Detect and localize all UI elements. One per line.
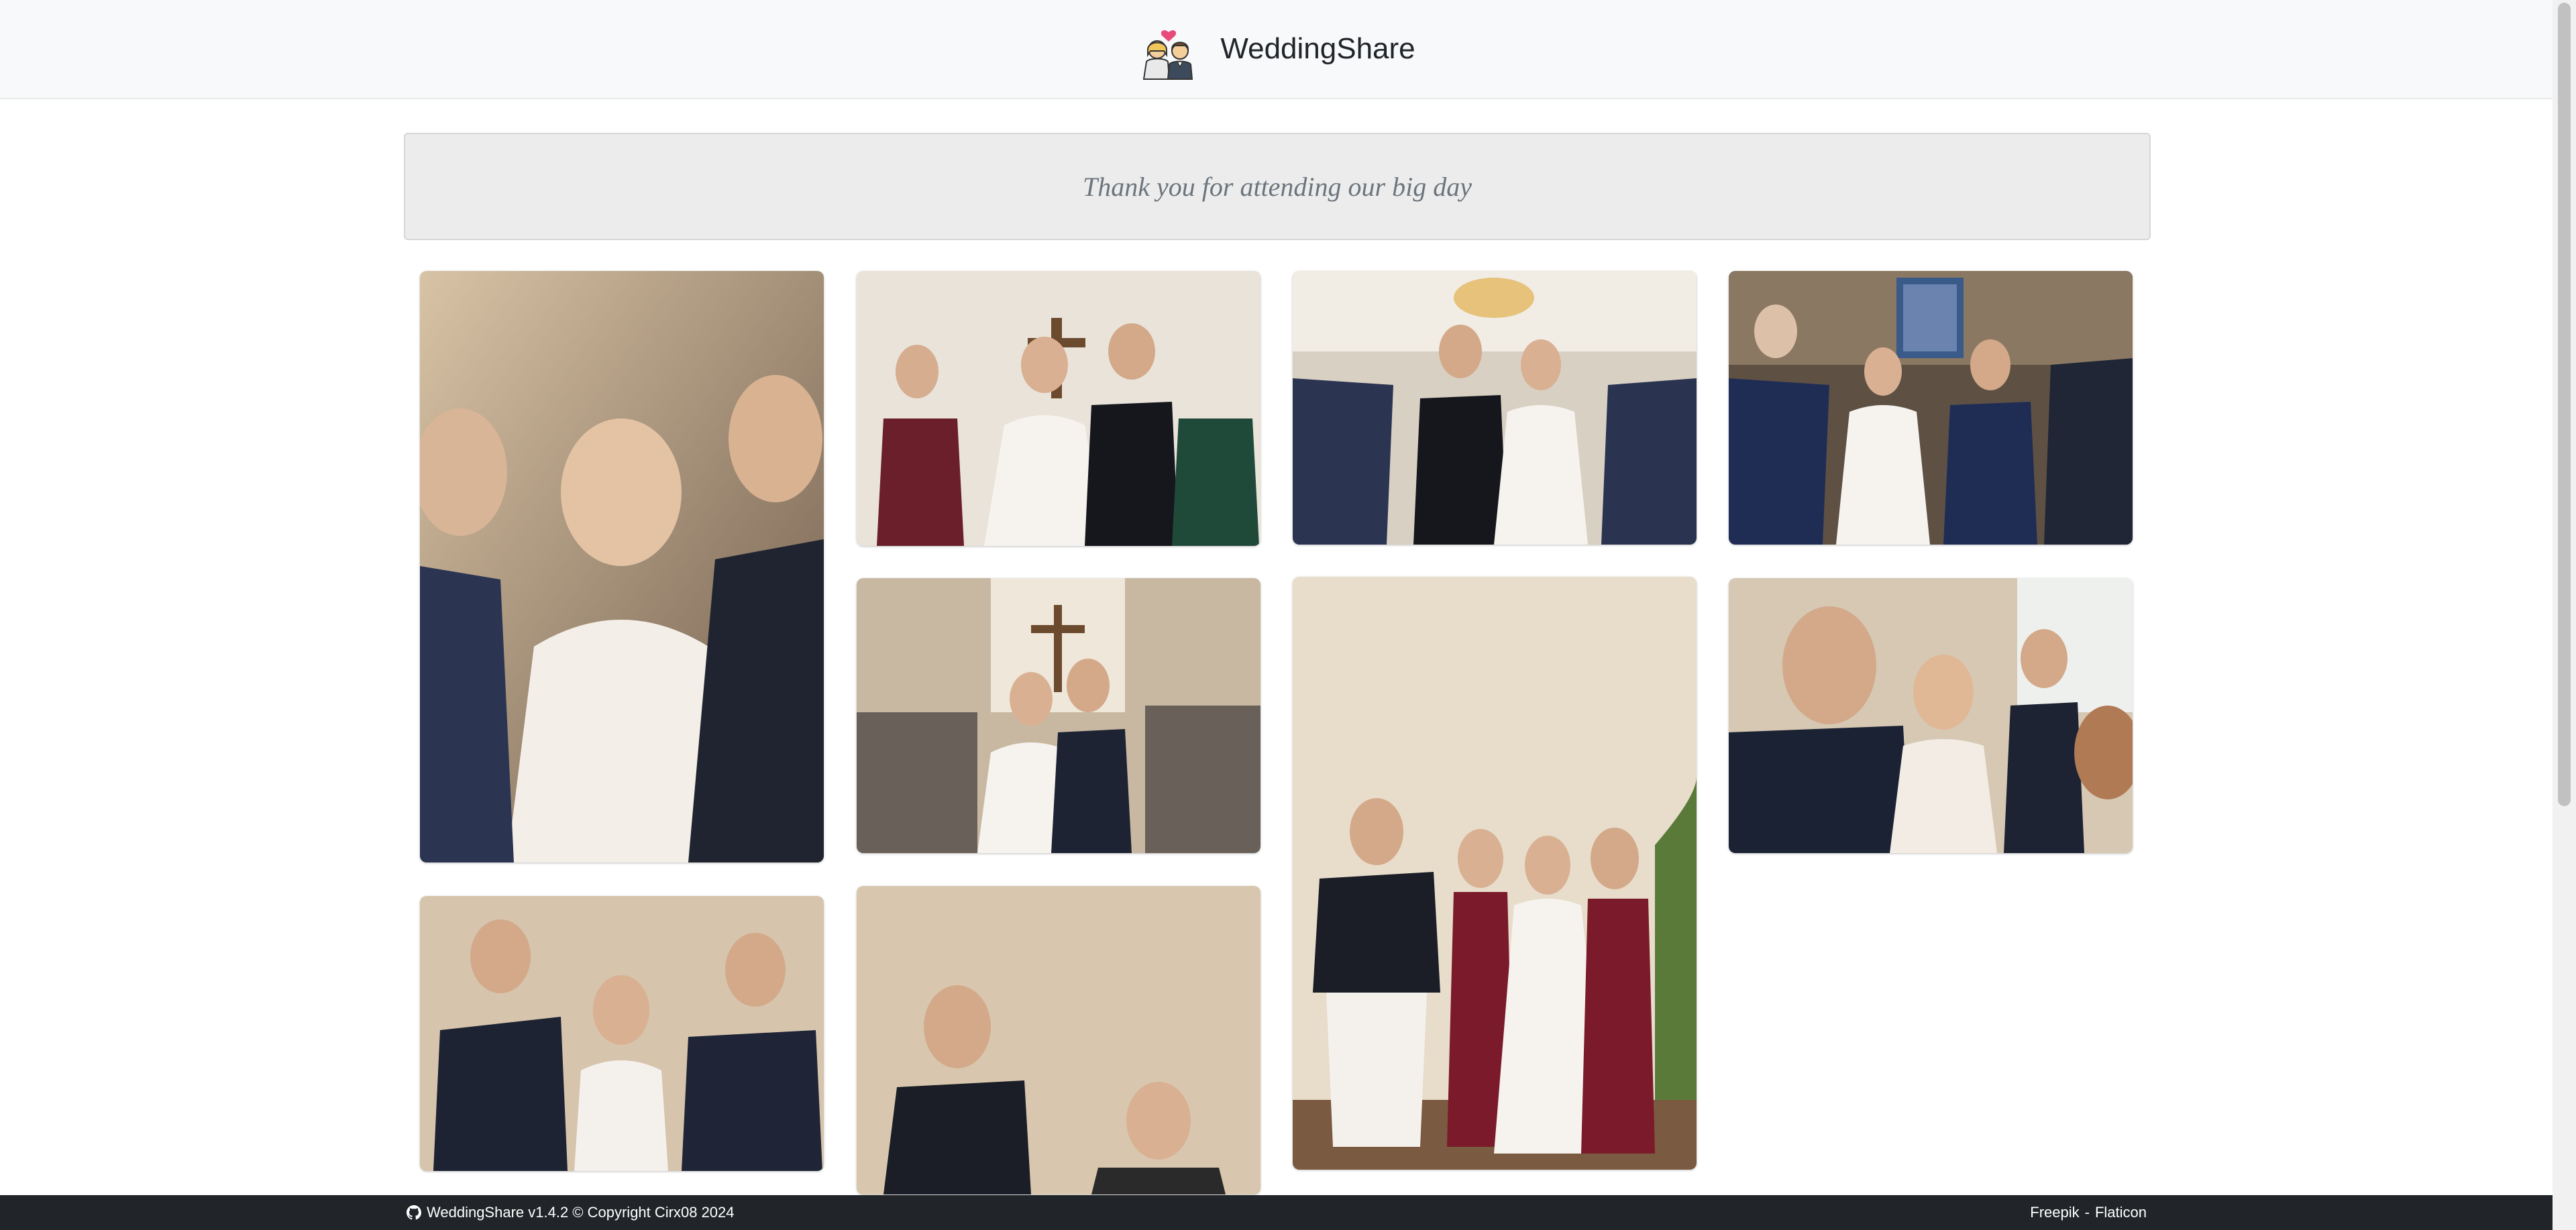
page-scrollbar[interactable] xyxy=(2553,0,2576,1230)
footer-version: WeddingShare v1.4.2 © Copyright Cirx08 2… xyxy=(407,1195,735,1230)
gallery-photo-3[interactable] xyxy=(1293,271,1697,545)
gallery-photo-7[interactable] xyxy=(420,896,824,1171)
footer: WeddingShare v1.4.2 © Copyright Cirx08 2… xyxy=(0,1195,2553,1230)
gallery-photo-1[interactable] xyxy=(420,271,824,862)
welcome-banner: Thank you for attending our big day xyxy=(404,133,2151,240)
scrollbar-thumb[interactable] xyxy=(2558,3,2571,806)
version-text: WeddingShare v1.4.2 © Copyright Cirx08 2… xyxy=(427,1204,735,1221)
flaticon-link[interactable]: Flaticon xyxy=(2095,1204,2147,1221)
footer-credits: Freepik - Flaticon xyxy=(2030,1195,2147,1230)
gallery-photo-2[interactable] xyxy=(857,271,1260,546)
gallery-photo-4[interactable] xyxy=(1729,271,2133,545)
gallery-photo-6[interactable] xyxy=(1293,577,1697,1170)
gallery-photo-9[interactable] xyxy=(1729,578,2133,853)
bride-groom-icon xyxy=(1143,30,1193,80)
navbar: WeddingShare xyxy=(0,0,2553,99)
freepik-link[interactable]: Freepik xyxy=(2030,1204,2079,1221)
brand-name: WeddingShare xyxy=(1220,32,1415,65)
brand-link[interactable]: WeddingShare xyxy=(1137,17,1415,80)
gallery-photo-8[interactable] xyxy=(857,886,1260,1194)
credit-separator: - xyxy=(2084,1204,2090,1221)
welcome-message: Thank you for attending our big day xyxy=(1083,171,1472,202)
github-icon[interactable] xyxy=(407,1205,421,1220)
gallery-photo-5[interactable] xyxy=(857,578,1260,853)
